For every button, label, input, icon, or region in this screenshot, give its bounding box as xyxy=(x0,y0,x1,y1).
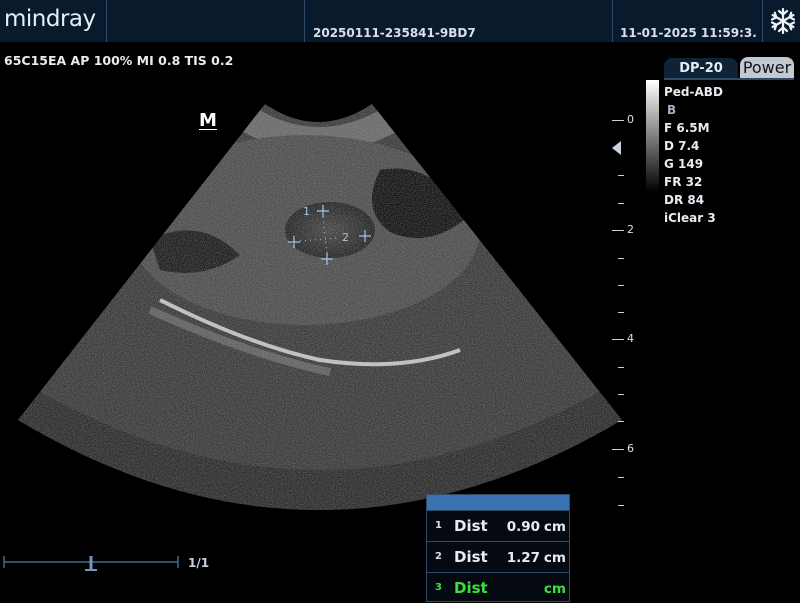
header-divider xyxy=(304,0,305,42)
frequency-param: F 6.5M xyxy=(664,121,710,135)
measurement-value: 1.27 xyxy=(506,550,540,566)
measurement-row-active[interactable]: 3 Dist cm xyxy=(427,572,569,603)
depth-major-tick xyxy=(612,339,624,340)
depth-major-tick xyxy=(612,449,624,450)
header-divider xyxy=(762,0,763,42)
depth-major-tick xyxy=(612,230,624,231)
dynamic-range-param: DR 84 xyxy=(664,193,705,207)
measurement-index: 2 xyxy=(435,551,442,562)
measurement-row[interactable]: 2 Dist 1.27 cm xyxy=(427,541,569,572)
tab-dp-20[interactable]: DP-20 xyxy=(664,58,738,78)
tab-underline xyxy=(664,78,794,80)
brand-logo: mindray xyxy=(4,6,96,32)
date-time: 11-01-2025 11:59:3... xyxy=(620,26,758,40)
measurement-value: 0.90 xyxy=(506,519,540,535)
frame-rate-param: FR 32 xyxy=(664,175,703,189)
measurement-unit: cm xyxy=(543,519,566,535)
depth-major-tick xyxy=(612,120,624,121)
measurement-row[interactable]: 1 Dist 0.90 cm xyxy=(427,510,569,541)
imaging-params: 65C15EA AP 100% MI 0.8 TIS 0.2 xyxy=(4,53,234,68)
caliper-label-2: 2 xyxy=(342,231,349,244)
depth-minor-tick xyxy=(618,477,624,478)
measurement-results-panel: 1 Dist 0.90 cm 2 Dist 1.27 cm 3 Dist cm xyxy=(426,494,570,602)
depth-minor-tick xyxy=(618,505,624,506)
gain-param: G 149 xyxy=(664,157,704,171)
freeze-button[interactable] xyxy=(766,4,800,38)
side-params-panel: Ped-ABD B F 6.5M D 7.4 G 149 FR 32 DR 84… xyxy=(664,83,723,227)
header-divider xyxy=(612,0,613,42)
exam-id: 20250111-235841-9BD7 xyxy=(313,26,476,40)
ultrasound-image[interactable]: 1 2 xyxy=(0,80,650,540)
measurement-unit: cm xyxy=(543,550,566,566)
depth-minor-tick xyxy=(618,312,624,313)
header-bar: mindray 20250111-235841-9BD7 11-01-2025 … xyxy=(0,0,800,42)
iclear-param: iClear 3 xyxy=(664,211,716,225)
measurement-label: Dist xyxy=(454,517,488,535)
depth-minor-tick xyxy=(618,258,624,259)
measurement-panel-header[interactable] xyxy=(427,495,569,510)
measurement-label: Dist xyxy=(454,548,488,566)
depth-label-6: 6 xyxy=(627,442,634,455)
measurement-index: 1 xyxy=(435,520,442,531)
cine-handle[interactable] xyxy=(85,556,97,571)
focus-marker-icon[interactable] xyxy=(612,141,621,155)
depth-minor-tick xyxy=(618,367,624,368)
grayscale-bar xyxy=(646,80,659,192)
caliper-label-1: 1 xyxy=(303,205,310,218)
depth-minor-tick xyxy=(618,203,624,204)
depth-minor-tick xyxy=(618,285,624,286)
measurement-index: 3 xyxy=(435,582,442,593)
orientation-mark: M xyxy=(199,110,217,131)
cine-scrollbar[interactable] xyxy=(0,550,220,580)
tab-power[interactable]: Power xyxy=(740,57,794,78)
depth-minor-tick xyxy=(618,421,624,422)
depth-minor-tick xyxy=(618,175,624,176)
preset-name: Ped-ABD xyxy=(664,85,723,99)
cine-frame-count: 1/1 xyxy=(188,556,210,570)
depth-label-2: 2 xyxy=(627,223,634,236)
depth-label-0: 0 xyxy=(627,113,634,126)
depth-param: D 7.4 xyxy=(664,139,700,153)
header-divider xyxy=(106,0,107,42)
snowflake-icon xyxy=(770,7,796,35)
imaging-mode: B xyxy=(667,103,677,117)
depth-label-4: 4 xyxy=(627,332,634,345)
depth-minor-tick xyxy=(618,394,624,395)
measurement-unit: cm xyxy=(543,581,566,597)
measurement-label: Dist xyxy=(454,579,488,597)
